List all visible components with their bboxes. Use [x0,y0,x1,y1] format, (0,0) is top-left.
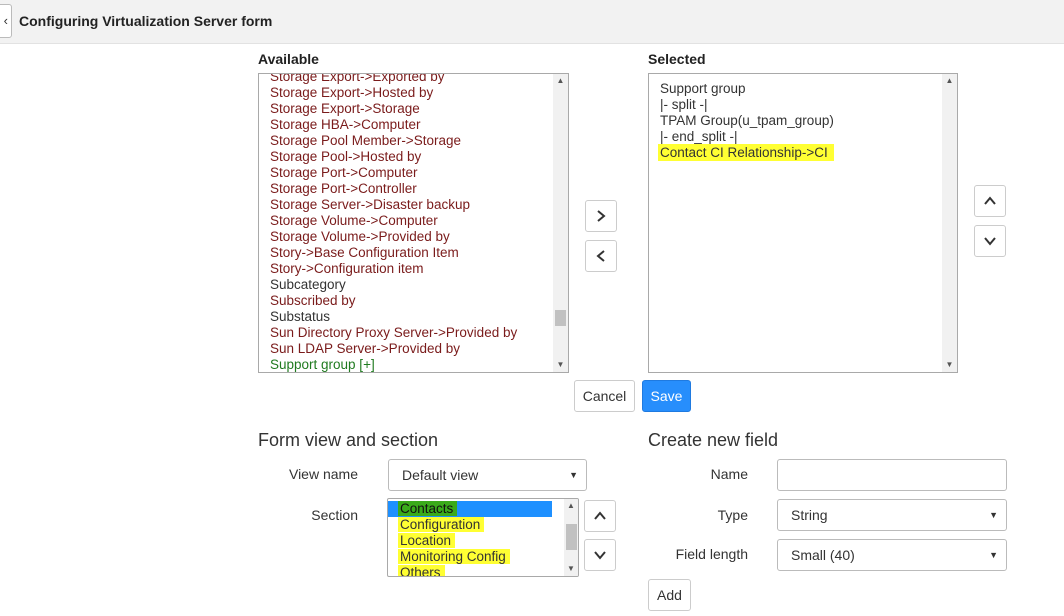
form-view-title: Form view and section [258,430,439,450]
view-name-label: View name [288,466,358,482]
scroll-down-icon[interactable]: ▼ [564,562,578,576]
selected-item[interactable]: Contact CI Relationship->CI [649,144,957,161]
name-label: Name [710,466,748,482]
selected-list[interactable]: Support group |- split -| TPAM Group(u_tpa… [648,73,958,373]
selected-item[interactable]: Support group [649,81,957,97]
add-to-selected-button[interactable] [585,200,617,232]
selected-scrollbar[interactable]: ▲ ▼ [942,74,957,372]
scroll-up-icon[interactable]: ▲ [564,499,578,513]
remove-from-selected-button[interactable] [585,240,617,272]
available-item[interactable]: Subcategory [259,277,568,293]
available-item[interactable]: Sun Directory Proxy Server->Provided by [259,325,568,341]
section-item-label: Configuration [398,517,485,532]
chevron-right-icon [597,210,606,222]
available-item[interactable]: Storage HBA->Computer [259,117,568,133]
type-value: String [791,507,828,523]
name-input[interactable] [777,459,1007,491]
section-item-label: Location [398,533,456,548]
section-item[interactable]: Configuration [388,517,552,533]
selected-item-label: |- split -| [660,97,708,112]
available-item[interactable]: Storage Volume->Computer [259,213,568,229]
selected-item-label: TPAM Group(u_tpam_group) [660,113,834,128]
available-list[interactable]: Storage Export->Exported by Storage Expor… [258,73,569,373]
chevron-up-icon [594,511,606,520]
section-item[interactable]: Location [388,533,552,549]
page-header: ‹ Configuring Virtualization Server form [0,0,1064,44]
section-scrollbar[interactable]: ▲ ▼ [564,499,578,576]
section-item-label: Others [398,565,445,576]
selected-item[interactable]: TPAM Group(u_tpam_group) [649,113,957,129]
selected-item-label: Contact CI Relationship->CI [658,144,834,161]
selected-item-label: Support group [660,81,746,96]
scroll-up-icon[interactable]: ▲ [553,74,568,88]
selected-item[interactable]: |- split -| [649,97,957,113]
section-label: Section [311,507,358,523]
section-down-button[interactable] [584,539,616,571]
selected-item-label: |- end_split -| [660,129,738,144]
section-item-label: Contacts [398,501,458,516]
chevron-left-icon: ‹ [3,13,8,28]
type-label: Type [717,507,748,523]
available-item[interactable]: Story->Base Configuration Item [259,245,568,261]
available-item[interactable]: Storage Export->Storage [259,101,568,117]
back-button[interactable]: ‹ [0,4,12,38]
scroll-thumb[interactable] [566,524,577,550]
available-item[interactable]: Storage Export->Hosted by [259,85,568,101]
type-select[interactable]: String ▼ [777,499,1007,531]
section-item[interactable]: Others [388,565,552,576]
available-item[interactable]: Story->Configuration item [259,261,568,277]
chevron-down-icon [594,551,606,560]
move-up-button[interactable] [974,185,1006,217]
page-title: Configuring Virtualization Server form [19,13,273,29]
add-field-button[interactable]: Add [648,579,691,611]
section-list[interactable]: Contacts Configuration Location Monitoring … [387,498,579,577]
caret-down-icon: ▼ [989,510,998,520]
available-item[interactable]: Subscribed by [259,293,568,309]
available-item[interactable]: Support group [+] [259,357,568,372]
scroll-up-icon[interactable]: ▲ [942,74,957,88]
chevron-left-icon [596,250,605,262]
available-item[interactable]: Storage Port->Computer [259,165,568,181]
available-item[interactable]: Storage Server->Disaster backup [259,197,568,213]
section-item[interactable]: Monitoring Config [388,549,552,565]
section-item-label: Monitoring Config [398,549,510,564]
available-item[interactable]: Substatus [259,309,568,325]
chevron-up-icon [984,196,996,205]
save-button[interactable]: Save [642,380,691,412]
selected-item[interactable]: |- end_split -| [649,129,957,145]
field-length-label: Field length [675,546,748,562]
available-scrollbar[interactable]: ▲ ▼ [553,74,568,372]
caret-down-icon: ▼ [989,550,998,560]
view-name-value: Default view [402,467,479,483]
available-item[interactable]: Storage Pool Member->Storage [259,133,568,149]
create-field-title: Create new field [648,430,779,450]
section-item[interactable]: Contacts [388,501,552,517]
chevron-down-icon [984,237,996,246]
section-up-button[interactable] [584,500,616,532]
view-name-select[interactable]: Default view ▼ [388,459,587,491]
caret-down-icon: ▼ [569,470,578,480]
scroll-down-icon[interactable]: ▼ [942,358,957,372]
available-label: Available [258,51,319,67]
field-length-select[interactable]: Small (40) ▼ [777,539,1007,571]
available-item[interactable]: Storage Volume->Provided by [259,229,568,245]
move-down-button[interactable] [974,225,1006,257]
field-length-value: Small (40) [791,547,855,563]
selected-label: Selected [648,51,706,67]
available-item[interactable]: Storage Pool->Hosted by [259,149,568,165]
scroll-down-icon[interactable]: ▼ [553,358,568,372]
available-item[interactable]: Sun LDAP Server->Provided by [259,341,568,357]
available-item[interactable]: Storage Port->Controller [259,181,568,197]
scroll-thumb[interactable] [555,310,566,326]
cancel-button[interactable]: Cancel [574,380,635,412]
available-item[interactable]: Storage Export->Exported by [259,74,568,85]
